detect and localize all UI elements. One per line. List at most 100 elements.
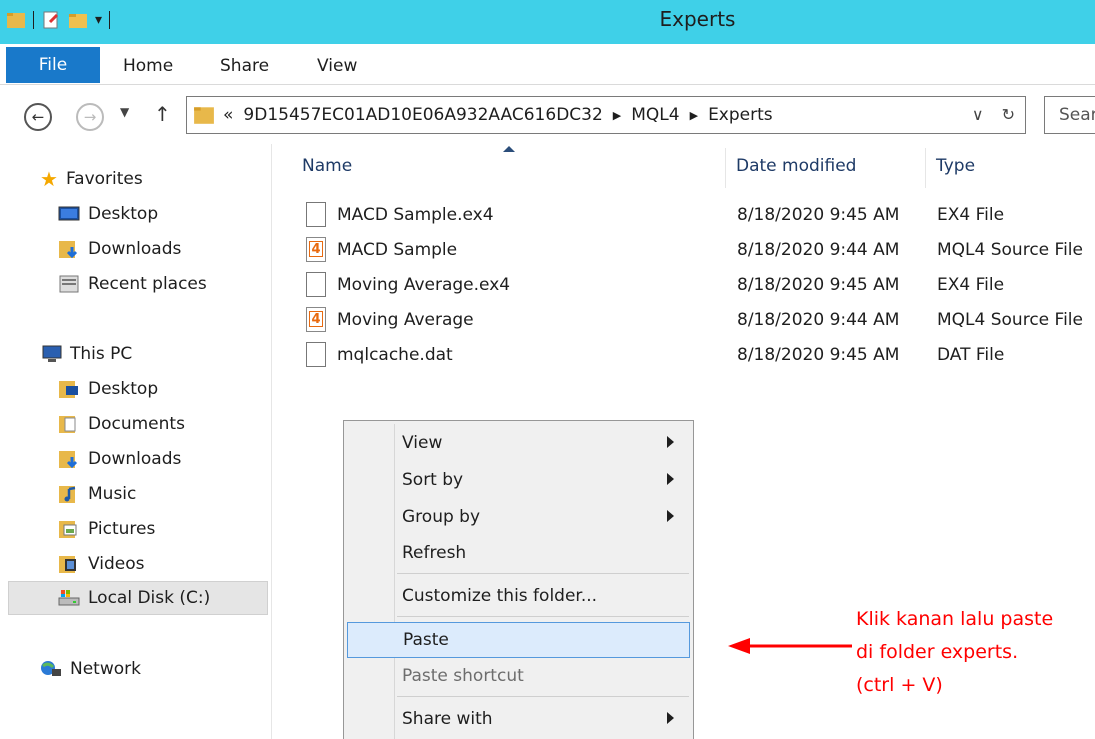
menu-item-label: Customize this folder... <box>402 586 598 606</box>
menu-item-share-with[interactable]: Share with <box>347 702 690 735</box>
sort-ascending-icon <box>503 146 515 152</box>
submenu-arrow-icon <box>667 436 674 448</box>
nav-this-pc-local-disk[interactable]: Local Disk (C:) <box>8 581 268 615</box>
nav-this-pc-music[interactable]: Music <box>58 479 136 509</box>
recent-places-icon <box>59 275 79 293</box>
menu-item-group-by[interactable]: Group by <box>347 500 690 533</box>
nav-this-pc-videos[interactable]: Videos <box>58 549 145 579</box>
file-row[interactable]: 4 Moving Average 8/18/2020 9:44 AM MQL4 … <box>300 303 1095 338</box>
breadcrumb-arrow-icon[interactable]: ▶ <box>690 109 698 122</box>
menu-item-label: Paste <box>403 630 449 650</box>
submenu-arrow-icon <box>667 510 674 522</box>
nav-label: Favorites <box>65 169 143 189</box>
file-row[interactable]: mqlcache.dat 8/18/2020 9:45 AM DAT File <box>300 338 1095 373</box>
back-button[interactable]: ← <box>24 103 52 131</box>
breadcrumb-arrow-icon[interactable]: ▶ <box>613 109 621 122</box>
address-dropdown-icon[interactable]: ∨ <box>972 105 984 124</box>
annotation-line: (ctrl + V) <box>856 674 943 696</box>
up-arrow-icon[interactable]: ↑ <box>154 102 171 126</box>
column-header-name[interactable]: Name <box>272 148 726 188</box>
menu-item-view[interactable]: View <box>347 426 690 459</box>
music-icon <box>59 486 76 503</box>
menu-item-label: Sort by <box>402 470 464 490</box>
menu-item-sort-by[interactable]: Sort by <box>347 463 690 496</box>
menu-item-label: View <box>402 433 443 453</box>
file-row[interactable]: MACD Sample.ex4 8/18/2020 9:45 AM EX4 Fi… <box>300 198 1095 233</box>
star-icon: ★ <box>40 167 58 191</box>
blank-file-icon <box>306 272 326 297</box>
downloads-icon <box>59 241 78 259</box>
nav-favorites-recent-places[interactable]: Recent places <box>58 269 207 299</box>
desktop-folder-icon <box>59 381 78 398</box>
submenu-arrow-icon <box>667 712 674 724</box>
breadcrumb-overflow[interactable]: « <box>223 105 233 125</box>
nav-label: Documents <box>88 414 185 434</box>
nav-network[interactable]: Network <box>40 654 141 684</box>
menu-item-label: Share with <box>402 709 493 729</box>
menu-item-refresh[interactable]: Refresh <box>347 536 690 569</box>
nav-favorites-downloads[interactable]: Downloads <box>58 234 181 264</box>
file-name: Moving Average.ex4 <box>337 275 511 295</box>
file-date: 8/18/2020 9:45 AM <box>737 275 900 295</box>
menu-item-paste-shortcut[interactable]: Paste shortcut <box>347 659 690 692</box>
submenu-arrow-icon <box>667 473 674 485</box>
nav-label: Music <box>88 484 137 504</box>
nav-favorites[interactable]: ★ Favorites <box>40 164 143 194</box>
title-bar: ▾ Experts <box>0 0 1095 44</box>
menu-item-customize-folder[interactable]: Customize this folder... <box>347 579 690 612</box>
file-row[interactable]: Moving Average.ex4 8/18/2020 9:45 AM EX4… <box>300 268 1095 303</box>
file-date: 8/18/2020 9:44 AM <box>737 310 900 330</box>
breadcrumb-item[interactable]: MQL4 <box>631 105 679 125</box>
breadcrumb-item[interactable]: Experts <box>708 105 773 125</box>
refresh-icon[interactable]: ↻ <box>1002 105 1015 124</box>
menu-separator <box>397 616 689 617</box>
forward-button[interactable]: → <box>76 103 104 131</box>
folder-icon <box>194 107 214 124</box>
tab-share[interactable]: Share <box>220 56 269 76</box>
file-row[interactable]: 4 MACD Sample 8/18/2020 9:44 AM MQL4 Sou… <box>300 233 1095 268</box>
file-type: EX4 File <box>937 275 1005 295</box>
blank-file-icon <box>306 342 326 367</box>
nav-this-pc-pictures[interactable]: Pictures <box>58 514 155 544</box>
tab-view[interactable]: View <box>317 56 357 76</box>
address-controls: ∨ ↻ <box>972 105 1015 124</box>
back-arrow-icon: ← <box>31 108 45 126</box>
file-type: MQL4 Source File <box>937 310 1083 330</box>
nav-this-pc-documents[interactable]: Documents <box>58 409 185 439</box>
tab-file[interactable]: File <box>6 47 100 83</box>
ribbon-tabs: File Home Share View <box>0 44 1095 85</box>
nav-this-pc-downloads[interactable]: Downloads <box>58 444 181 474</box>
forward-arrow-icon: → <box>83 108 97 126</box>
file-name: Moving Average <box>337 310 474 330</box>
menu-separator <box>397 573 689 574</box>
nav-label: Desktop <box>88 204 159 224</box>
file-name: MACD Sample <box>337 240 458 260</box>
menu-item-label: Paste shortcut <box>402 666 524 686</box>
file-type: MQL4 Source File <box>937 240 1083 260</box>
pictures-icon <box>59 521 77 538</box>
annotation-line: Klik kanan lalu paste <box>856 608 1054 630</box>
nav-favorites-desktop[interactable]: Desktop <box>58 199 158 229</box>
network-icon <box>41 661 61 676</box>
nav-label: Videos <box>88 554 145 574</box>
column-header-type[interactable]: Type <box>906 148 1095 188</box>
menu-item-paste[interactable]: Paste <box>347 622 690 658</box>
search-input[interactable]: Sear <box>1044 96 1095 134</box>
annotation-arrow-icon <box>728 638 852 654</box>
column-header-date-modified[interactable]: Date modified <box>706 148 926 188</box>
address-bar[interactable]: « 9D15457EC01AD10E06A932AAC616DC32 ▶ MQL… <box>186 96 1026 134</box>
navigation-pane: ★ Favorites Desktop Downloads Recent pla… <box>0 144 272 739</box>
nav-this-pc[interactable]: This PC <box>40 339 132 369</box>
tab-home[interactable]: Home <box>123 56 173 76</box>
drive-icon <box>58 590 80 606</box>
mql4-glyph: 4 <box>309 241 323 257</box>
nav-label: Downloads <box>88 449 182 469</box>
nav-label: Recent places <box>88 274 207 294</box>
recent-locations-dropdown-icon[interactable]: ▼ <box>120 105 129 119</box>
menu-separator <box>397 696 689 697</box>
file-date: 8/18/2020 9:44 AM <box>737 240 900 260</box>
downloads-icon <box>59 451 78 469</box>
desktop-icon <box>58 206 80 221</box>
breadcrumb-item[interactable]: 9D15457EC01AD10E06A932AAC616DC32 <box>243 105 602 125</box>
nav-this-pc-desktop[interactable]: Desktop <box>58 374 158 404</box>
